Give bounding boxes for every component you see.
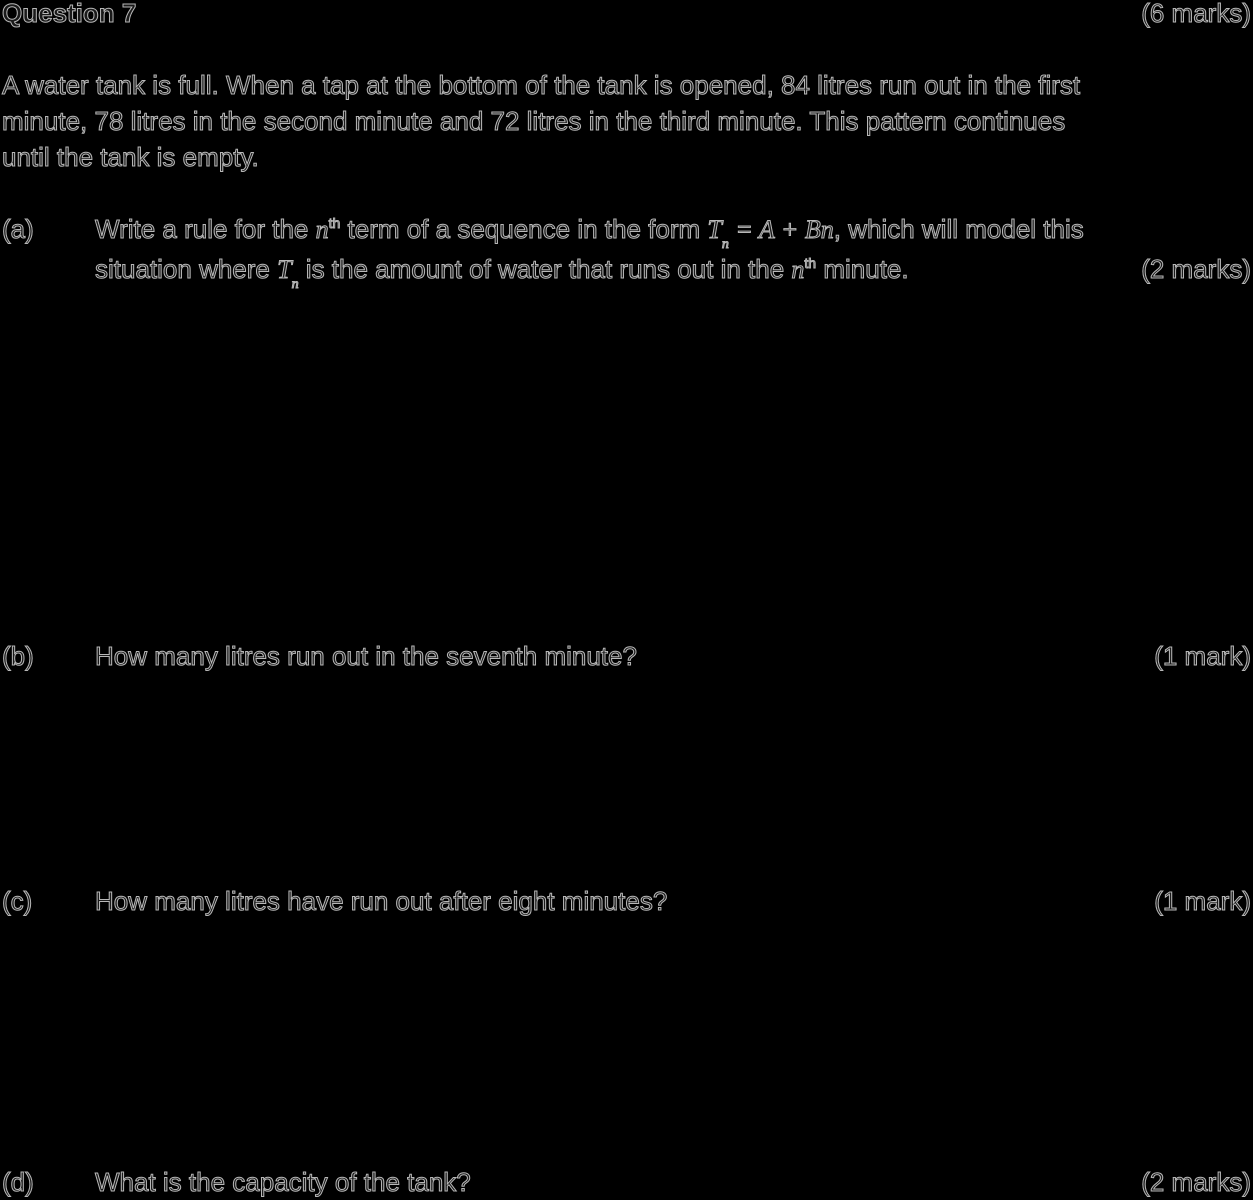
n-symbol: n: [315, 215, 329, 245]
part-c-label: (c): [1, 886, 33, 917]
part-c-marks: (1 mark): [1154, 886, 1252, 917]
question-title: Question 7: [1, 0, 137, 29]
part-a-text-2: term of a sequence in the form: [340, 214, 708, 245]
intro-line-1: A water tank is full. When a tap at the …: [1, 70, 1081, 101]
part-b-label: (b): [2, 641, 35, 672]
intro-line-3: until the tank is empty.: [2, 142, 260, 173]
part-d-marks: (2 marks): [1141, 1167, 1252, 1198]
part-a-label: (a): [2, 214, 35, 245]
part-d-label: (d): [2, 1167, 35, 1198]
part-a-text-1: Write a rule for the: [95, 214, 316, 245]
part-c-text: How many litres have run out after eight…: [94, 886, 668, 917]
part-b-marks: (1 mark): [1154, 641, 1252, 672]
equation-rest: = A + Bn: [728, 215, 834, 245]
part-a-text-5: is the amount of water that runs out in …: [298, 254, 792, 285]
part-a-text-4: situation where: [94, 254, 278, 285]
n-symbol: n: [791, 255, 805, 285]
part-a-line-2: situation where Tn is the amount of wate…: [94, 251, 909, 293]
part-a-line-1: Write a rule for the nth term of a seque…: [95, 211, 1085, 253]
part-b-text: How many litres run out in the seventh m…: [95, 641, 638, 672]
part-d-text: What is the capacity of the tank?: [95, 1167, 472, 1198]
th-superscript: th: [804, 255, 817, 271]
n-subscript: n: [291, 277, 299, 292]
part-a-text-6: minute.: [816, 254, 909, 285]
part-a-text-3: , which will model this: [833, 214, 1084, 245]
t-symbol: T: [707, 215, 723, 245]
part-a-marks: (2 marks): [1141, 254, 1252, 285]
n-subscript: n: [721, 237, 729, 252]
t-symbol: T: [277, 255, 293, 285]
intro-line-2: minute, 78 litres in the second minute a…: [1, 106, 1066, 137]
th-superscript: th: [328, 215, 341, 231]
question-total-marks: (6 marks): [1141, 0, 1252, 29]
